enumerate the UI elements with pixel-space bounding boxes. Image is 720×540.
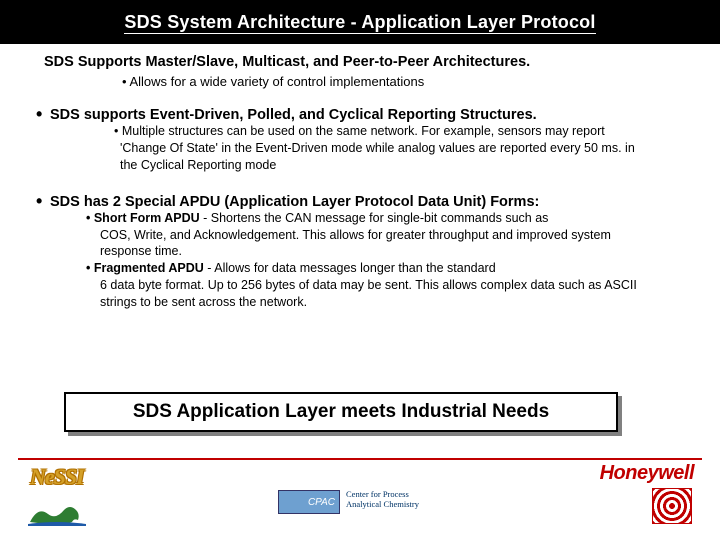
honeywell-logo: Honeywell [600,462,694,485]
honeywell-swirl-icon [652,488,692,524]
apdu-short-form-cont: COS, Write, and Acknowledgement. This al… [76,227,664,261]
bullet-icon: • [36,107,50,121]
divider-red [18,458,702,460]
section1-heading: SDS Supports Master/Slave, Multicast, an… [44,54,684,70]
section1-bullet: • Allows for a wide variety of control i… [122,74,684,89]
cpac-subtitle: Center for Process Analytical Chemistry [346,490,419,510]
apdu-short-form-label: • Short Form APDU [86,211,200,225]
callout-text: SDS Application Layer meets Industrial N… [64,392,618,432]
content-area: SDS Supports Master/Slave, Multicast, an… [36,54,684,311]
callout-box: SDS Application Layer meets Industrial N… [64,392,618,432]
apdu-fragmented-cont: 6 data byte format. Up to 256 bytes of d… [76,277,664,311]
section3-body: • Short Form APDU - Shortens the CAN mes… [76,210,664,311]
section2-bullet: • Multiple structures can be used on the… [114,123,644,174]
section3-heading: SDS has 2 Special APDU (Application Laye… [50,194,539,210]
apdu-short-form-text: - Shortens the CAN message for single-bi… [200,211,549,225]
title-bar: SDS System Architecture - Application La… [0,0,720,44]
bullet-icon: • [36,194,50,208]
section2: • SDS supports Event-Driven, Polled, and… [36,107,684,174]
page-title: SDS System Architecture - Application La… [124,12,595,34]
apdu-fragmented-label: • Fragmented APDU [86,261,204,275]
section2-heading: SDS supports Event-Driven, Polled, and C… [50,107,537,123]
section3: • SDS has 2 Special APDU (Application La… [36,194,684,311]
apdu-fragmented-text: - Allows for data messages longer than t… [204,261,496,275]
dragon-icon [28,496,86,526]
cpac-logo: CPAC [278,490,340,514]
nessi-logo: NeSSI [30,464,84,490]
